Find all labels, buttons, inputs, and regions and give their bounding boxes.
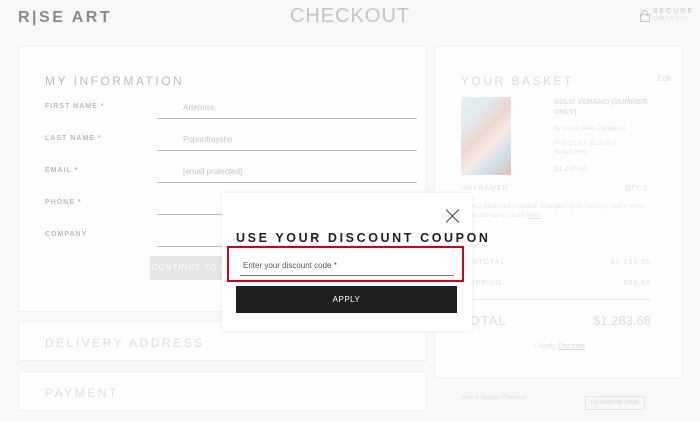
- discount-input-highlight: [227, 246, 464, 282]
- checkout-page: R|SE ART CHECKOUT SECURE CHECKOUT MY INF…: [0, 0, 700, 421]
- discount-modal-heading: USE YOUR DISCOUNT COUPON: [236, 231, 491, 245]
- close-icon[interactable]: [446, 209, 460, 223]
- apply-button[interactable]: APPLY: [236, 286, 457, 313]
